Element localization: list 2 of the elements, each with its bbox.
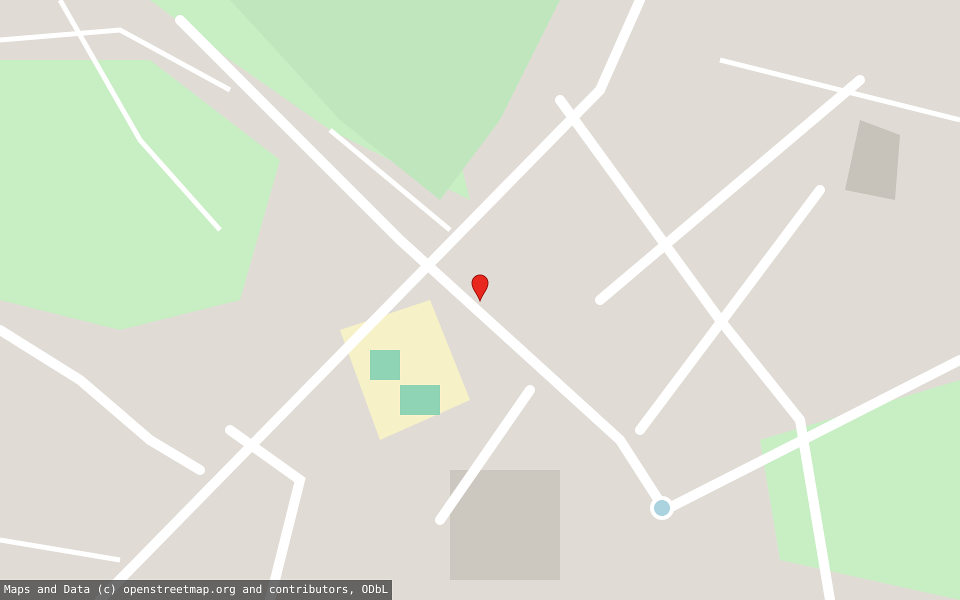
map-marker-icon[interactable] <box>471 274 489 302</box>
map-attribution: Maps and Data (c) openstreetmap.org and contributors, ODbL <box>0 580 392 600</box>
